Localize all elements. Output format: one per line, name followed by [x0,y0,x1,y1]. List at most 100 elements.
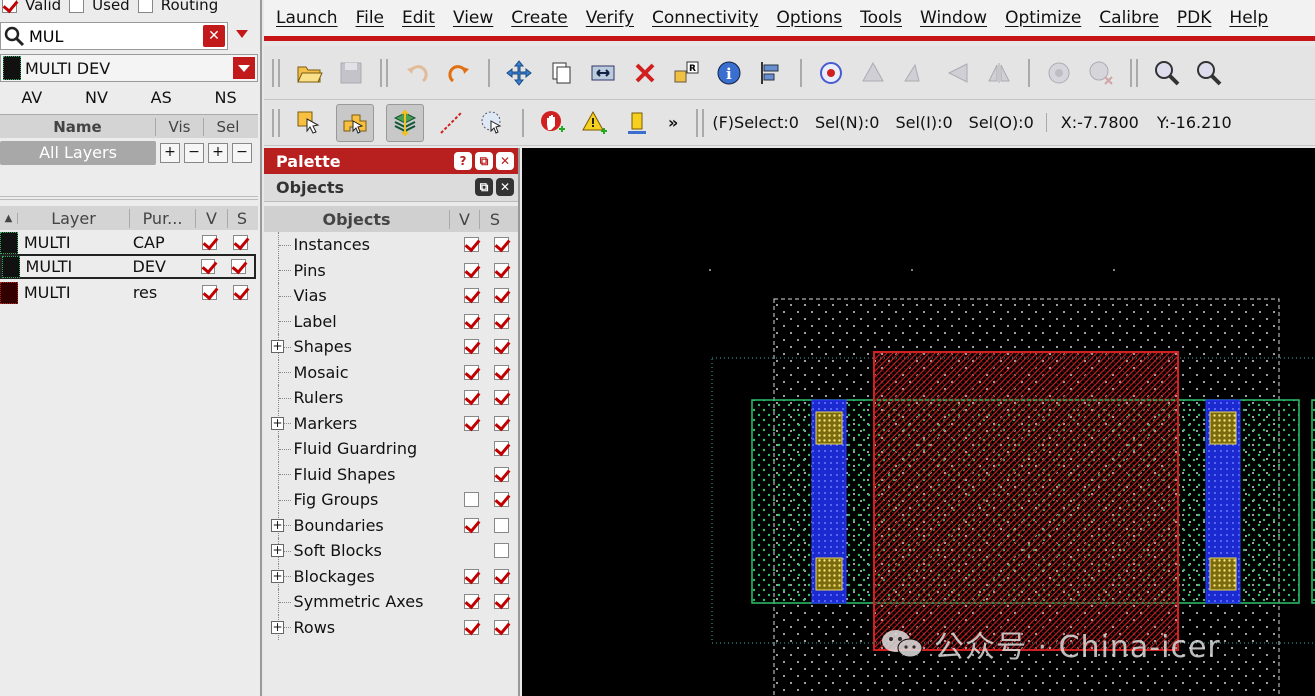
toolbar-grip[interactable] [1130,58,1138,87]
object-selectable-checkbox[interactable] [493,517,509,533]
move-icon[interactable] [504,58,534,88]
object-row-rulers[interactable]: Rulers [264,385,516,411]
object-selectable-checkbox[interactable] [493,262,509,278]
warning-icon[interactable] [580,108,610,138]
toolbar-grip[interactable] [488,58,490,87]
menu-view[interactable]: View [453,8,493,28]
save-icon[interactable] [336,58,366,88]
search-replace-icon[interactable]: R [672,58,702,88]
object-row-fig-groups[interactable]: Fig Groups [264,487,516,513]
select-area-icon[interactable] [336,103,374,142]
layer-row-selected[interactable]: MULTI DEV [0,254,256,279]
layer-selectable-checkbox[interactable] [231,259,246,274]
toolbar-grip[interactable] [522,108,524,137]
object-visible-checkbox[interactable] [464,619,480,635]
s-column-header[interactable]: S [228,209,256,228]
float-icon[interactable]: ⧉ [475,178,493,196]
object-selectable-checkbox[interactable] [493,313,509,329]
object-selectable-checkbox[interactable] [493,568,509,584]
chop-icon[interactable] [942,58,972,88]
objects-column-header[interactable]: Objects [264,209,450,229]
info-icon[interactable]: i [714,58,744,88]
purpose-column-header[interactable]: Pur... [130,208,196,228]
copy-icon[interactable] [546,58,576,88]
zoom-out-icon[interactable] [1194,58,1224,88]
object-selectable-checkbox[interactable] [493,237,509,253]
search-history-dropdown[interactable] [236,30,248,38]
toolbar-overflow-button[interactable]: » [668,113,678,132]
rotate-icon[interactable] [816,58,846,88]
object-visible-checkbox[interactable] [464,313,480,329]
layer-search-box[interactable]: ✕ [0,22,228,50]
object-row-rows[interactable]: + Rows [264,614,516,641]
object-row-boundaries[interactable]: + Boundaries [264,512,516,539]
routing-checkbox[interactable] [137,0,153,13]
toolbar-grip[interactable] [1028,58,1030,87]
object-visible-checkbox[interactable] [464,237,480,253]
target-delete-icon[interactable] [1086,58,1116,88]
object-visible-checkbox[interactable] [464,415,480,431]
layer-selectable-checkbox[interactable] [233,235,248,250]
vis-plus-button[interactable]: + [160,143,180,163]
object-row-instances[interactable]: Instances [264,232,516,258]
vis-column-header[interactable]: Vis [156,117,204,136]
v-column-header[interactable]: V [450,209,480,229]
object-visible-checkbox[interactable] [464,517,480,533]
object-selectable-checkbox[interactable] [493,339,509,355]
menu-calibre[interactable]: Calibre [1099,8,1159,28]
object-visible-checkbox[interactable] [464,262,480,278]
sel-plus-button[interactable]: + [208,143,228,163]
nv-button[interactable]: NV [85,88,108,107]
menu-connectivity[interactable]: Connectivity [652,8,759,28]
expand-icon[interactable]: + [271,416,284,430]
object-row-blockages[interactable]: + Blockages [264,563,516,590]
mirror-icon[interactable] [900,58,930,88]
align-icon[interactable] [756,58,786,88]
pane-splitter[interactable] [0,196,258,200]
select-pointer-icon[interactable] [294,108,324,138]
flip-icon[interactable] [858,58,888,88]
via-contact[interactable] [815,411,843,445]
toolbar-grip[interactable] [272,108,280,137]
menu-options[interactable]: Options [777,8,843,28]
layer-visible-checkbox[interactable] [202,235,218,250]
object-row-mosaic[interactable]: Mosaic [264,359,516,386]
layer-selectable-checkbox[interactable] [233,285,248,300]
object-visible-checkbox[interactable] [464,492,480,508]
layer-visible-checkbox[interactable] [200,259,216,274]
object-selectable-checkbox[interactable] [493,619,509,635]
object-visible-checkbox[interactable] [464,568,480,584]
used-checkbox[interactable] [69,0,85,13]
layer-row[interactable]: MULTI res [0,280,256,305]
ns-button[interactable]: NS [214,88,236,107]
layout-drawing[interactable] [522,148,1315,696]
current-layer-select[interactable]: MULTI DEV [0,54,258,82]
target-icon[interactable] [1044,58,1074,88]
object-selectable-checkbox[interactable] [493,466,509,482]
object-visible-checkbox[interactable] [464,594,480,610]
object-visible-checkbox[interactable] [464,364,480,380]
v-column-header[interactable]: V [196,208,228,228]
object-selectable-checkbox[interactable] [493,543,509,559]
av-button[interactable]: AV [21,88,42,107]
palette-titlebar[interactable]: Palette ? ⧉ ✕ [264,148,518,174]
object-row-soft-blocks[interactable]: + Soft Blocks [264,538,516,564]
s-column-header[interactable]: S [480,210,510,229]
via-contact[interactable] [815,557,843,591]
object-row-vias[interactable]: Vias [264,283,516,309]
menu-create[interactable]: Create [511,8,568,28]
via-contact[interactable] [1209,411,1237,445]
object-selectable-checkbox[interactable] [493,288,509,304]
object-selectable-checkbox[interactable] [493,390,509,406]
sel-column-header[interactable]: Sel [204,118,252,136]
layout-canvas[interactable] [522,148,1315,696]
layer-row[interactable]: MULTI CAP [0,230,256,255]
object-row-fluid-shapes[interactable]: Fluid Shapes [264,461,516,488]
object-selectable-checkbox[interactable] [493,492,509,508]
menu-window[interactable]: Window [920,8,987,28]
stop-hand-icon[interactable] [538,108,568,138]
menu-tools[interactable]: Tools [860,8,902,28]
object-row-pins[interactable]: Pins [264,257,516,284]
object-visible-checkbox[interactable] [464,339,480,355]
object-selectable-checkbox[interactable] [493,594,509,610]
